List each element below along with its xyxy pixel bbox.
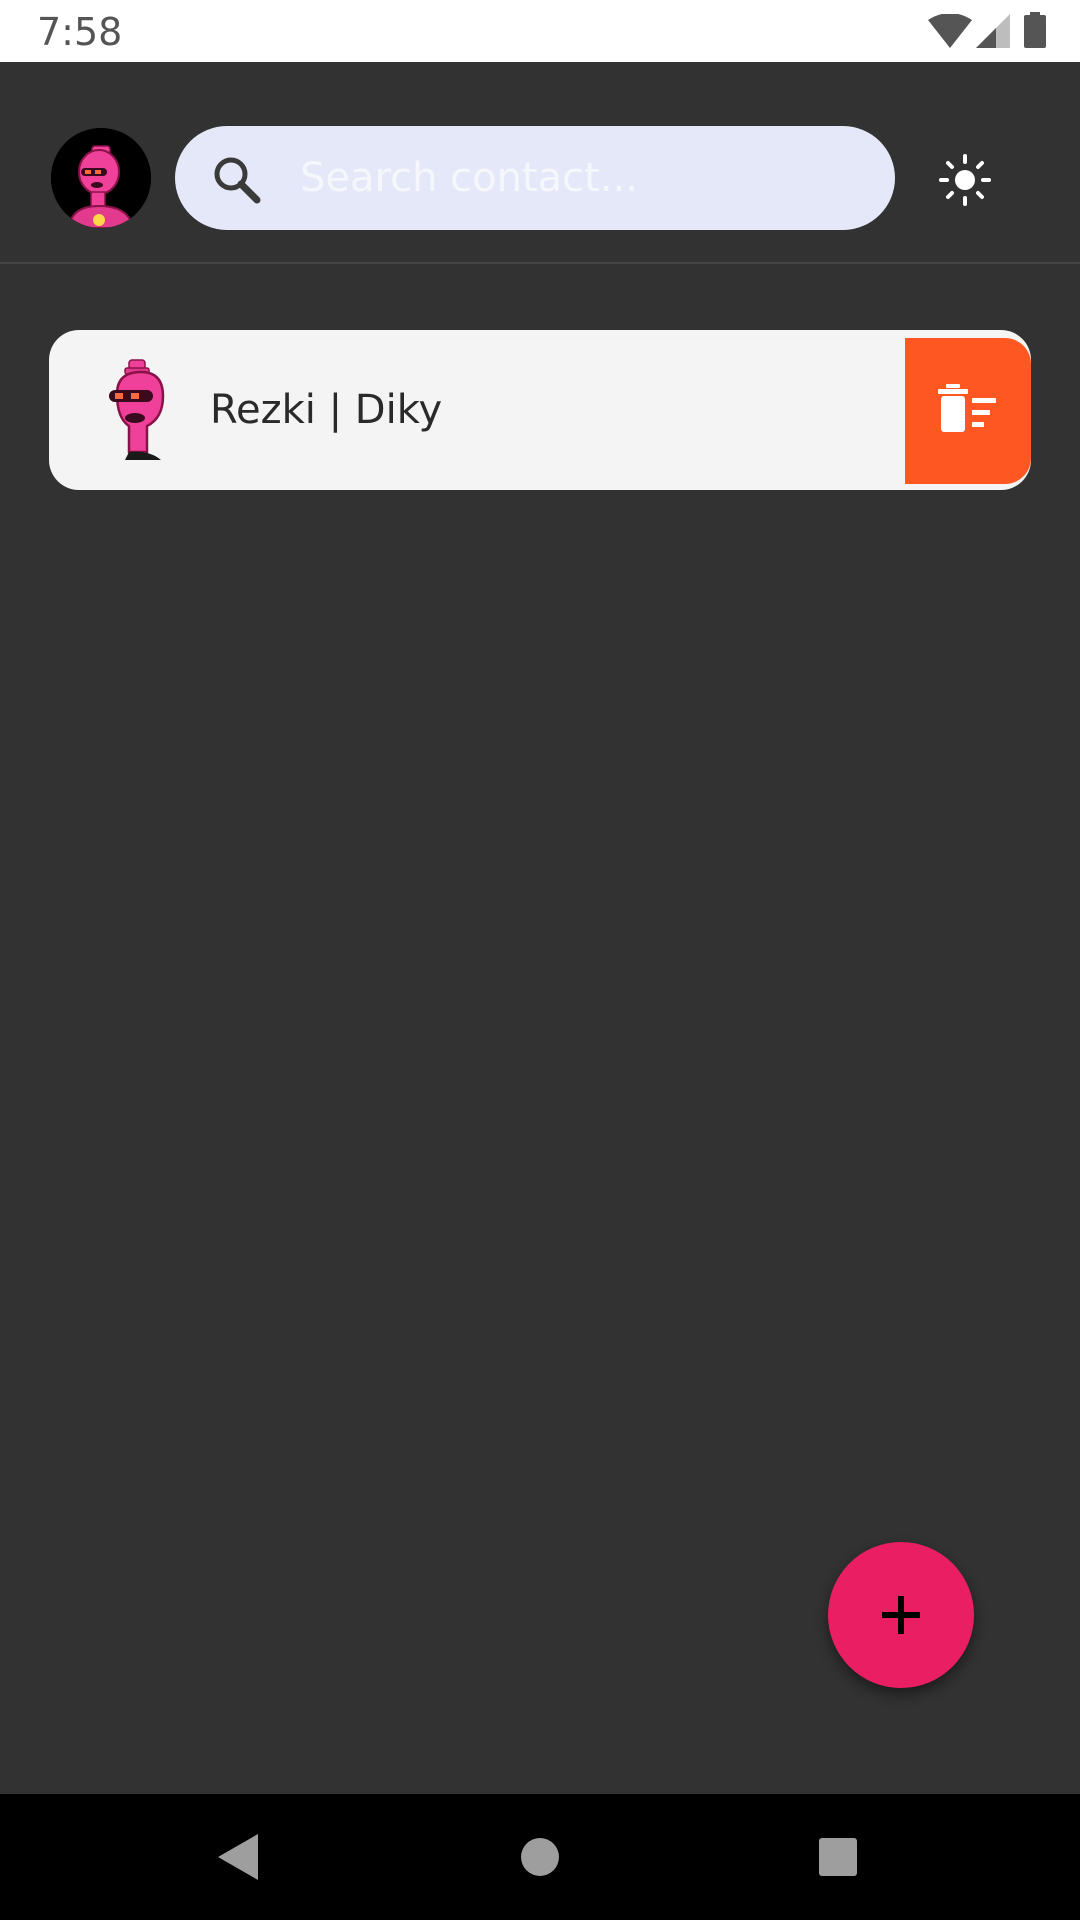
status-icons: [928, 12, 1048, 52]
back-icon[interactable]: [206, 1824, 272, 1890]
status-bar: 7:58: [0, 0, 1080, 62]
sun-icon: [939, 154, 991, 206]
search-input[interactable]: [300, 126, 860, 230]
status-time: 7:58: [37, 10, 123, 54]
add-contact-button[interactable]: [828, 1542, 974, 1688]
battery-icon: [1024, 12, 1046, 48]
search-icon: [214, 157, 261, 204]
theme-toggle-button[interactable]: [935, 150, 995, 210]
cell-signal-icon: [976, 14, 1010, 48]
profile-avatar[interactable]: [51, 128, 151, 228]
delete-contact-button[interactable]: [905, 338, 1031, 484]
wifi-icon: [928, 14, 972, 48]
delete-sweep-icon: [938, 384, 996, 432]
search-bar[interactable]: [175, 126, 895, 230]
contact-item[interactable]: Rezki | Diky: [49, 330, 1031, 490]
plus-icon: [882, 1596, 920, 1634]
robot-avatar-icon: [51, 128, 151, 228]
app-header: [0, 62, 1080, 262]
system-nav-bar: [0, 1794, 1080, 1920]
contact-name: Rezki | Diky: [210, 387, 443, 433]
header-divider: [0, 262, 1080, 264]
recents-icon[interactable]: [805, 1824, 871, 1890]
home-icon[interactable]: [507, 1824, 573, 1890]
robot-avatar-icon: [109, 359, 165, 460]
